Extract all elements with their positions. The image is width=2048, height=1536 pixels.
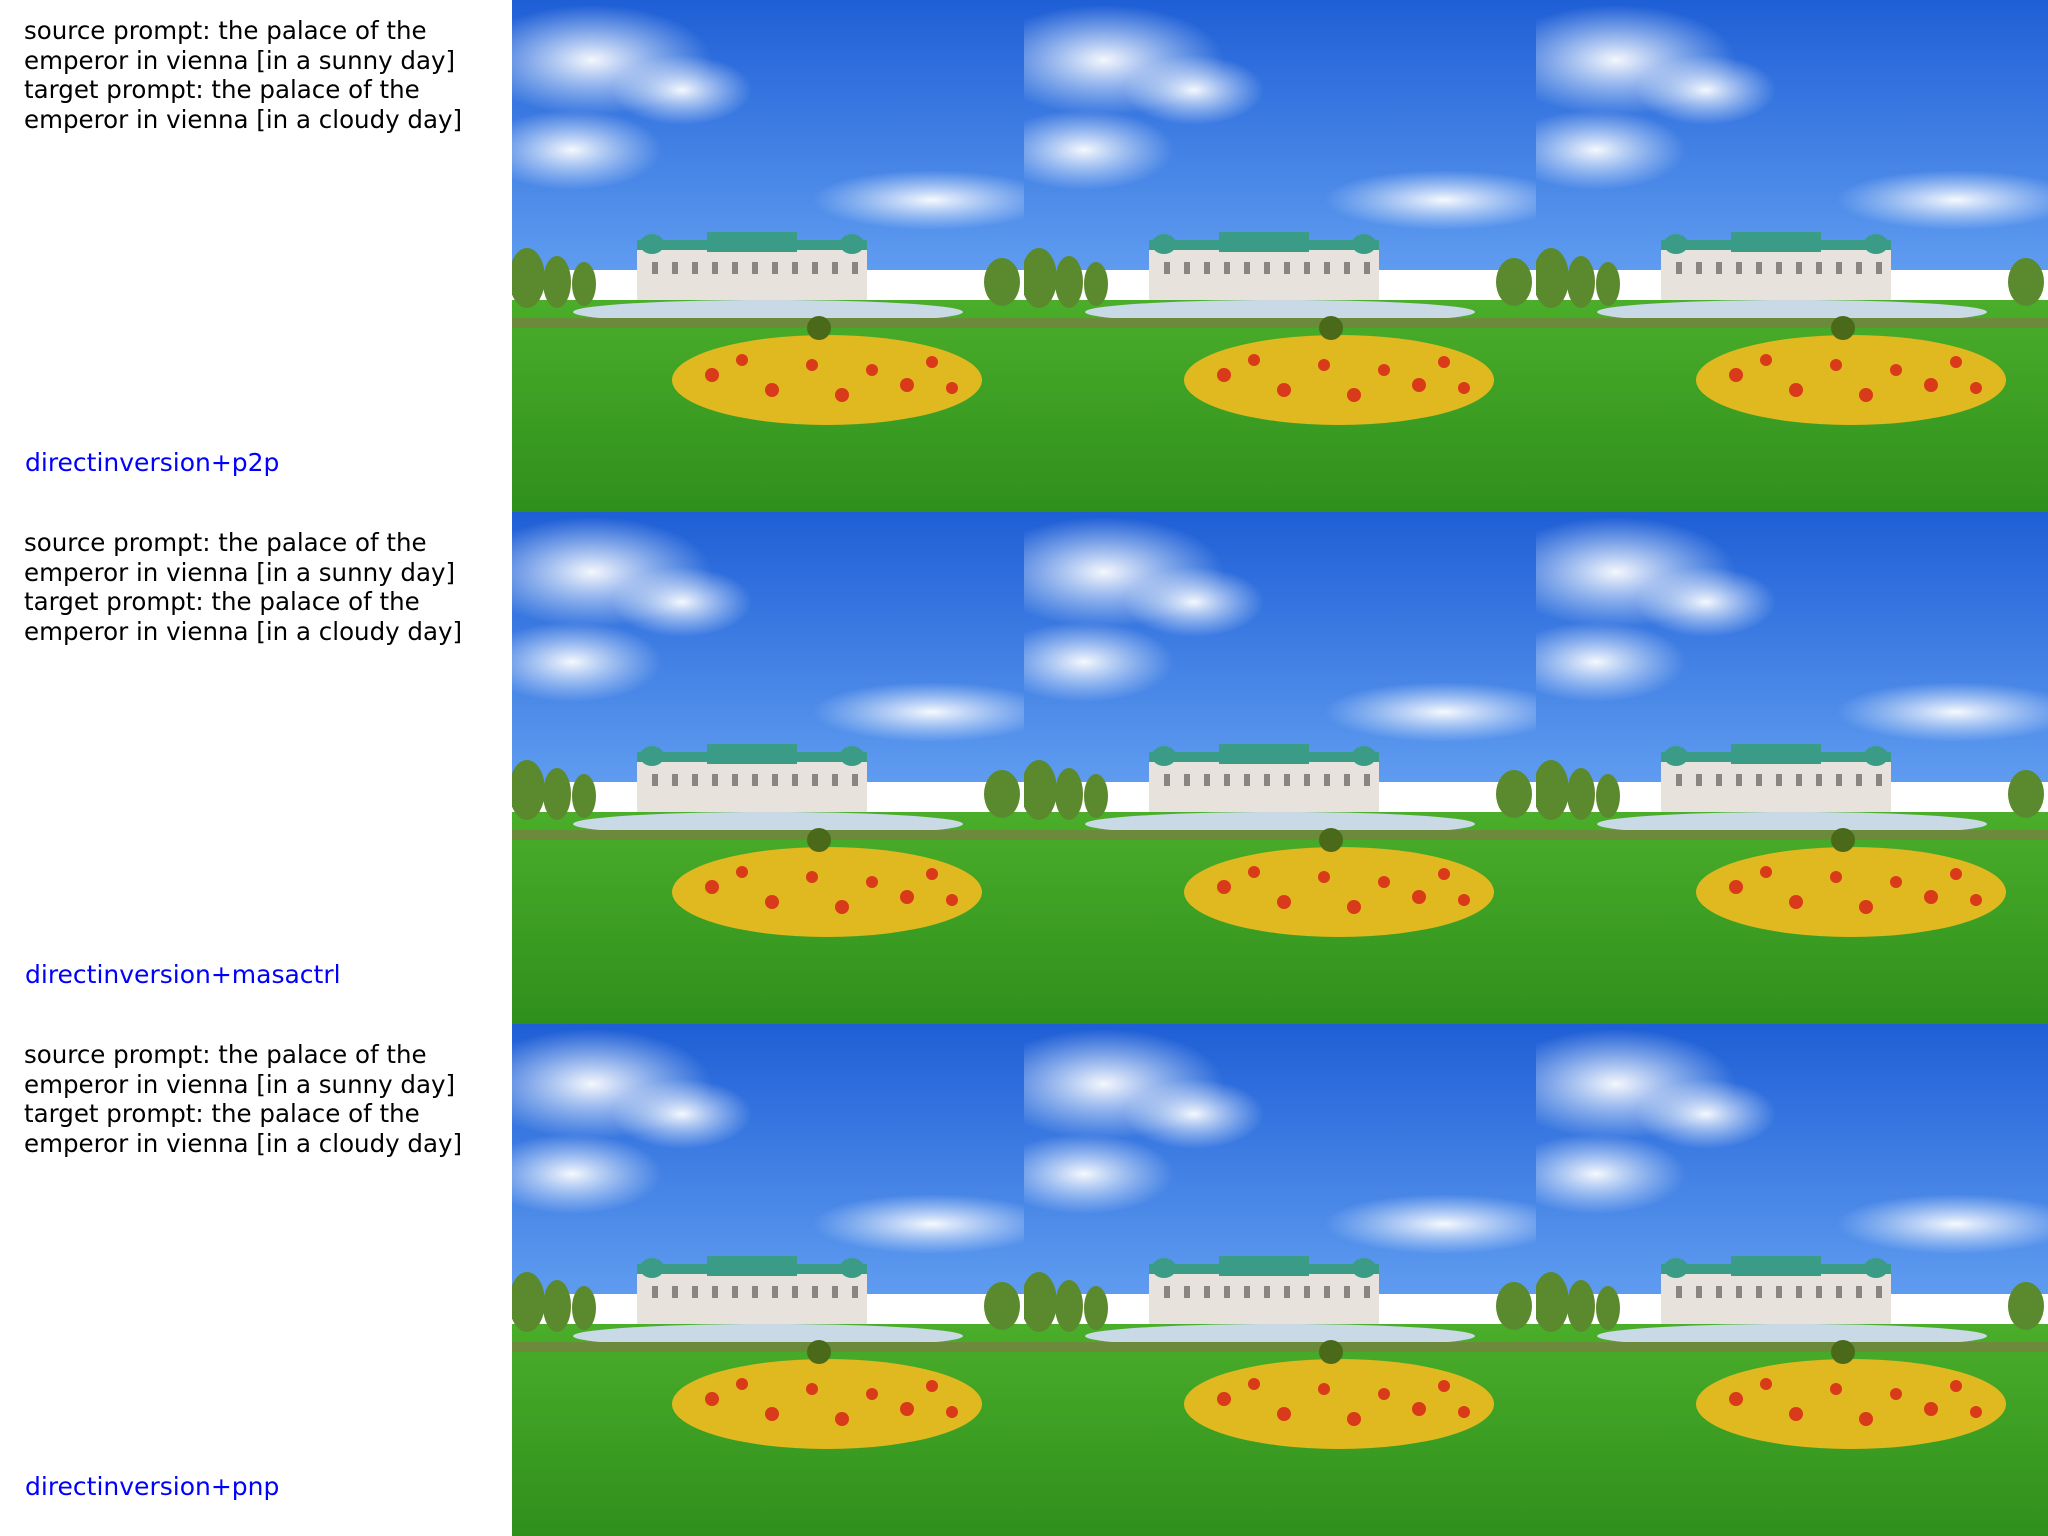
reconstruction-image	[1024, 0, 1536, 512]
prompt-text: source prompt: the palace of the emperor…	[24, 1040, 504, 1158]
edited-image	[1536, 0, 2048, 512]
method-row: source prompt: the palace of the emperor…	[0, 0, 2048, 512]
target-prompt: target prompt: the palace of the emperor…	[24, 1099, 463, 1158]
source-prompt: source prompt: the palace of the emperor…	[24, 16, 456, 75]
method-label: directinversion+pnp	[25, 1472, 280, 1501]
source-image	[512, 1024, 1024, 1536]
edited-image	[1536, 1024, 2048, 1536]
target-prompt: target prompt: the palace of the emperor…	[24, 587, 463, 646]
reconstruction-image	[1024, 1024, 1536, 1536]
row-label-panel: source prompt: the palace of the emperor…	[0, 1024, 512, 1536]
row-label-panel: source prompt: the palace of the emperor…	[0, 0, 512, 512]
source-prompt: source prompt: the palace of the emperor…	[24, 1040, 456, 1099]
prompt-text: source prompt: the palace of the emperor…	[24, 528, 504, 646]
target-prompt: target prompt: the palace of the emperor…	[24, 75, 463, 134]
method-row: source prompt: the palace of the emperor…	[0, 1024, 2048, 1536]
method-row: source prompt: the palace of the emperor…	[0, 512, 2048, 1024]
prompt-text: source prompt: the palace of the emperor…	[24, 16, 504, 134]
source-image	[512, 512, 1024, 1024]
source-image	[512, 0, 1024, 512]
row-label-panel: source prompt: the palace of the emperor…	[0, 512, 512, 1024]
source-prompt: source prompt: the palace of the emperor…	[24, 528, 456, 587]
reconstruction-image	[1024, 512, 1536, 1024]
comparison-grid: source prompt: the palace of the emperor…	[0, 0, 2048, 1536]
method-label: directinversion+masactrl	[25, 960, 341, 989]
method-label: directinversion+p2p	[25, 448, 280, 477]
edited-image	[1536, 512, 2048, 1024]
